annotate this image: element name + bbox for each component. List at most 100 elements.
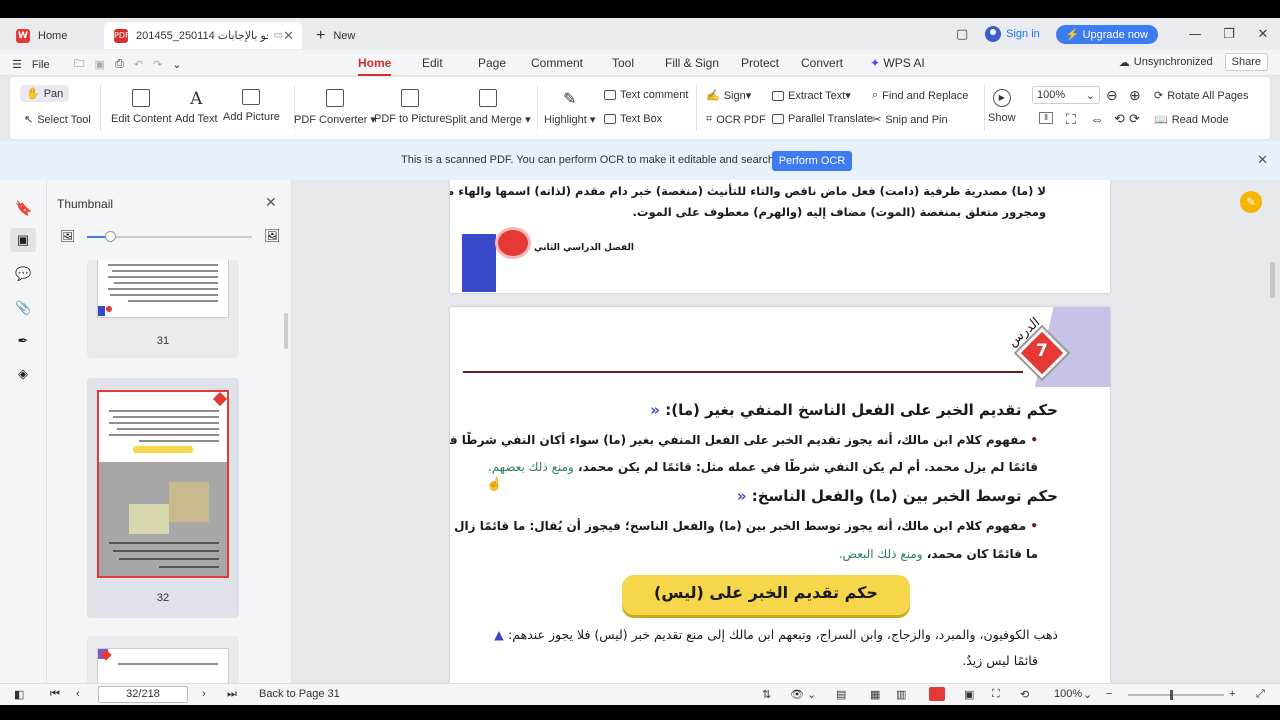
menu-tab-wps-ai[interactable]: ✦ WPS AI (870, 56, 925, 70)
close-tab-icon[interactable]: ✕ (283, 28, 294, 44)
edit-pencil-icon[interactable]: ✎ (1240, 191, 1262, 213)
sidebar-panel-icon[interactable]: ◧ (14, 688, 24, 701)
print-icon[interactable]: ⎙ (115, 58, 124, 71)
menu-tab-convert[interactable]: Convert (801, 56, 843, 70)
menu-tab-edit[interactable]: Edit (422, 56, 443, 70)
thumbnail-icon[interactable]: ▣ (10, 228, 36, 252)
chevron-down-icon[interactable]: ⌄ (172, 58, 181, 71)
thumbnail-page-31[interactable]: 31 (87, 260, 239, 358)
rotate-all-button[interactable]: ⟳ Rotate All Pages (1154, 89, 1249, 103)
upgrade-button[interactable]: ⚡ Upgrade now (1055, 24, 1158, 44)
pan-button[interactable]: ✋ Pan (20, 85, 70, 102)
document-scrollbar[interactable] (1270, 262, 1275, 298)
split-merge-button[interactable]: Split and Merge ▾ (445, 89, 531, 126)
menu-tab-home[interactable]: Home (358, 56, 392, 76)
zoom-select[interactable]: 100% ⌄ (1032, 86, 1100, 104)
tab-home[interactable]: W Home (6, 22, 96, 49)
text-box-button[interactable]: Text Box (604, 113, 662, 125)
close-window-icon[interactable]: ✕ (1246, 27, 1280, 42)
chevron-down-icon[interactable]: ⌄ (1083, 688, 1092, 701)
minimize-icon[interactable]: — (1178, 27, 1212, 42)
sign-button[interactable]: ✍ Sign ▾ (706, 89, 751, 103)
ocr-pdf-button[interactable]: ⌗ OCR PDF (706, 113, 766, 126)
comment-panel-icon[interactable]: 💬 (15, 266, 31, 282)
previous-page-icon[interactable]: ‹ (76, 688, 80, 700)
fit-page-icon[interactable]: ⛶ (1066, 111, 1076, 128)
hamburger-icon[interactable]: ☰ (12, 58, 22, 71)
file-menu[interactable]: File (32, 59, 50, 71)
edit-content-button[interactable]: Edit Content (111, 89, 172, 125)
perform-ocr-button[interactable]: Perform OCR (772, 151, 852, 171)
highlight-button[interactable]: ✎ Highlight ▾ (544, 89, 595, 126)
window-icon[interactable]: ▭ (274, 30, 283, 41)
fit-width-icon[interactable]: ⇔ (1090, 111, 1104, 127)
zoom-in-icon[interactable]: + (1229, 688, 1235, 700)
menu-tab-page[interactable]: Page (478, 56, 506, 70)
thumbnail-page-32[interactable]: 32 (87, 378, 239, 618)
close-icon[interactable]: ✕ (265, 194, 277, 211)
menu-tab-protect[interactable]: Protect (741, 56, 779, 70)
rotate-left-icon[interactable]: ⟲ (1114, 111, 1125, 127)
back-to-page-link[interactable]: Back to Page 31 (259, 688, 340, 700)
fit-screen-icon[interactable]: ⛶ (992, 688, 1000, 701)
find-replace-button[interactable]: ⌕ Find and Replace (872, 89, 968, 102)
pdf-to-picture-button[interactable]: PDF to Picture (374, 89, 446, 125)
read-mode-button[interactable]: 📖 Read Mode (1154, 113, 1229, 127)
first-page-icon[interactable]: ⏮ (50, 688, 60, 701)
thumbnail-view-icon[interactable]: ▣ (964, 688, 974, 701)
restore-icon[interactable]: ❐ (1212, 27, 1246, 42)
zoom-in-icon[interactable]: ⊕ (1129, 87, 1141, 104)
thumbnail-scrollbar[interactable] (284, 313, 288, 349)
large-image-icon[interactable]: 🖼 (264, 228, 281, 244)
eye-icon[interactable]: 👁 ⌄ (790, 688, 816, 701)
cloud-sync-icon[interactable]: ☁ (1119, 56, 1130, 69)
attachment-icon[interactable]: 📎 (15, 300, 31, 316)
rotate-view-icon[interactable]: ⟲ (1020, 688, 1029, 701)
bookmark-icon[interactable]: 🔖 (15, 200, 32, 216)
single-page-view-icon[interactable]: ▤ (836, 688, 846, 701)
zoom-level[interactable]: 100% (1054, 688, 1082, 700)
menu-tab-fill-sign[interactable]: Fill & Sign (665, 56, 719, 70)
next-page-icon[interactable]: › (202, 688, 206, 700)
select-tool-button[interactable]: ↖ Select Tool (24, 113, 91, 127)
sync-scroll-icon[interactable]: ⇅ (762, 688, 771, 701)
extract-text-button[interactable]: Extract Text ▾ (772, 89, 851, 102)
pdf-converter-button[interactable]: PDF Converter ▾ (294, 89, 376, 126)
open-folder-icon[interactable]: 🗀 (74, 55, 85, 74)
add-text-button[interactable]: A Add Text (175, 89, 218, 125)
layers-icon[interactable]: ◈ (15, 366, 31, 382)
play-slideshow-icon[interactable] (929, 687, 945, 701)
redo-icon[interactable]: ↷ (153, 58, 162, 71)
share-button[interactable]: Share (1224, 53, 1268, 71)
sign-in-button[interactable]: Sign in (985, 26, 1040, 42)
last-page-icon[interactable]: ⏭ (227, 688, 237, 701)
save-icon[interactable]: ▣ (95, 58, 105, 71)
single-page-icon[interactable]: ⫴ (1039, 112, 1053, 124)
show-button[interactable]: ▶ Show (988, 89, 1016, 124)
zoom-slider-knob[interactable] (1170, 690, 1173, 700)
add-picture-button[interactable]: Add Picture (223, 89, 280, 123)
rotate-right-icon[interactable]: ⟳ (1129, 111, 1140, 127)
small-image-icon[interactable]: 🖼 (60, 229, 75, 243)
zoom-slider[interactable] (1128, 694, 1224, 696)
text-comment-button[interactable]: Text comment (604, 89, 688, 101)
menu-tab-tool[interactable]: Tool (612, 56, 634, 70)
new-tab-button[interactable]: + New (312, 22, 382, 49)
zoom-out-icon[interactable]: − (1106, 688, 1112, 700)
thumbnail-page-33[interactable] (87, 636, 239, 683)
fullscreen-icon[interactable]: ⤢ (1256, 688, 1265, 701)
snip-pin-button[interactable]: ✂ Snip and Pin (872, 113, 948, 127)
continuous-view-icon[interactable]: ▦ (870, 688, 880, 701)
two-page-view-icon[interactable]: ▥ (896, 688, 906, 701)
slider-knob[interactable] (105, 231, 116, 242)
menu-tab-comment[interactable]: Comment (531, 56, 583, 70)
zoom-out-icon[interactable]: ⊖ (1106, 87, 1118, 104)
signature-panel-icon[interactable]: ✒ (15, 333, 31, 349)
unsync-label[interactable]: Unsynchronized (1134, 56, 1213, 68)
tablet-mode-icon[interactable]: ▢ (945, 27, 979, 42)
close-icon[interactable]: ✕ (1257, 152, 1268, 168)
undo-icon[interactable]: ↶ (134, 58, 143, 71)
parallel-translate-button[interactable]: Parallel Translate (772, 113, 873, 125)
page-number-input[interactable]: 32/218 (98, 686, 188, 703)
tab-document[interactable]: PDF 201455_250114 نحو بالإجابات ▭ ✕ (104, 22, 302, 49)
